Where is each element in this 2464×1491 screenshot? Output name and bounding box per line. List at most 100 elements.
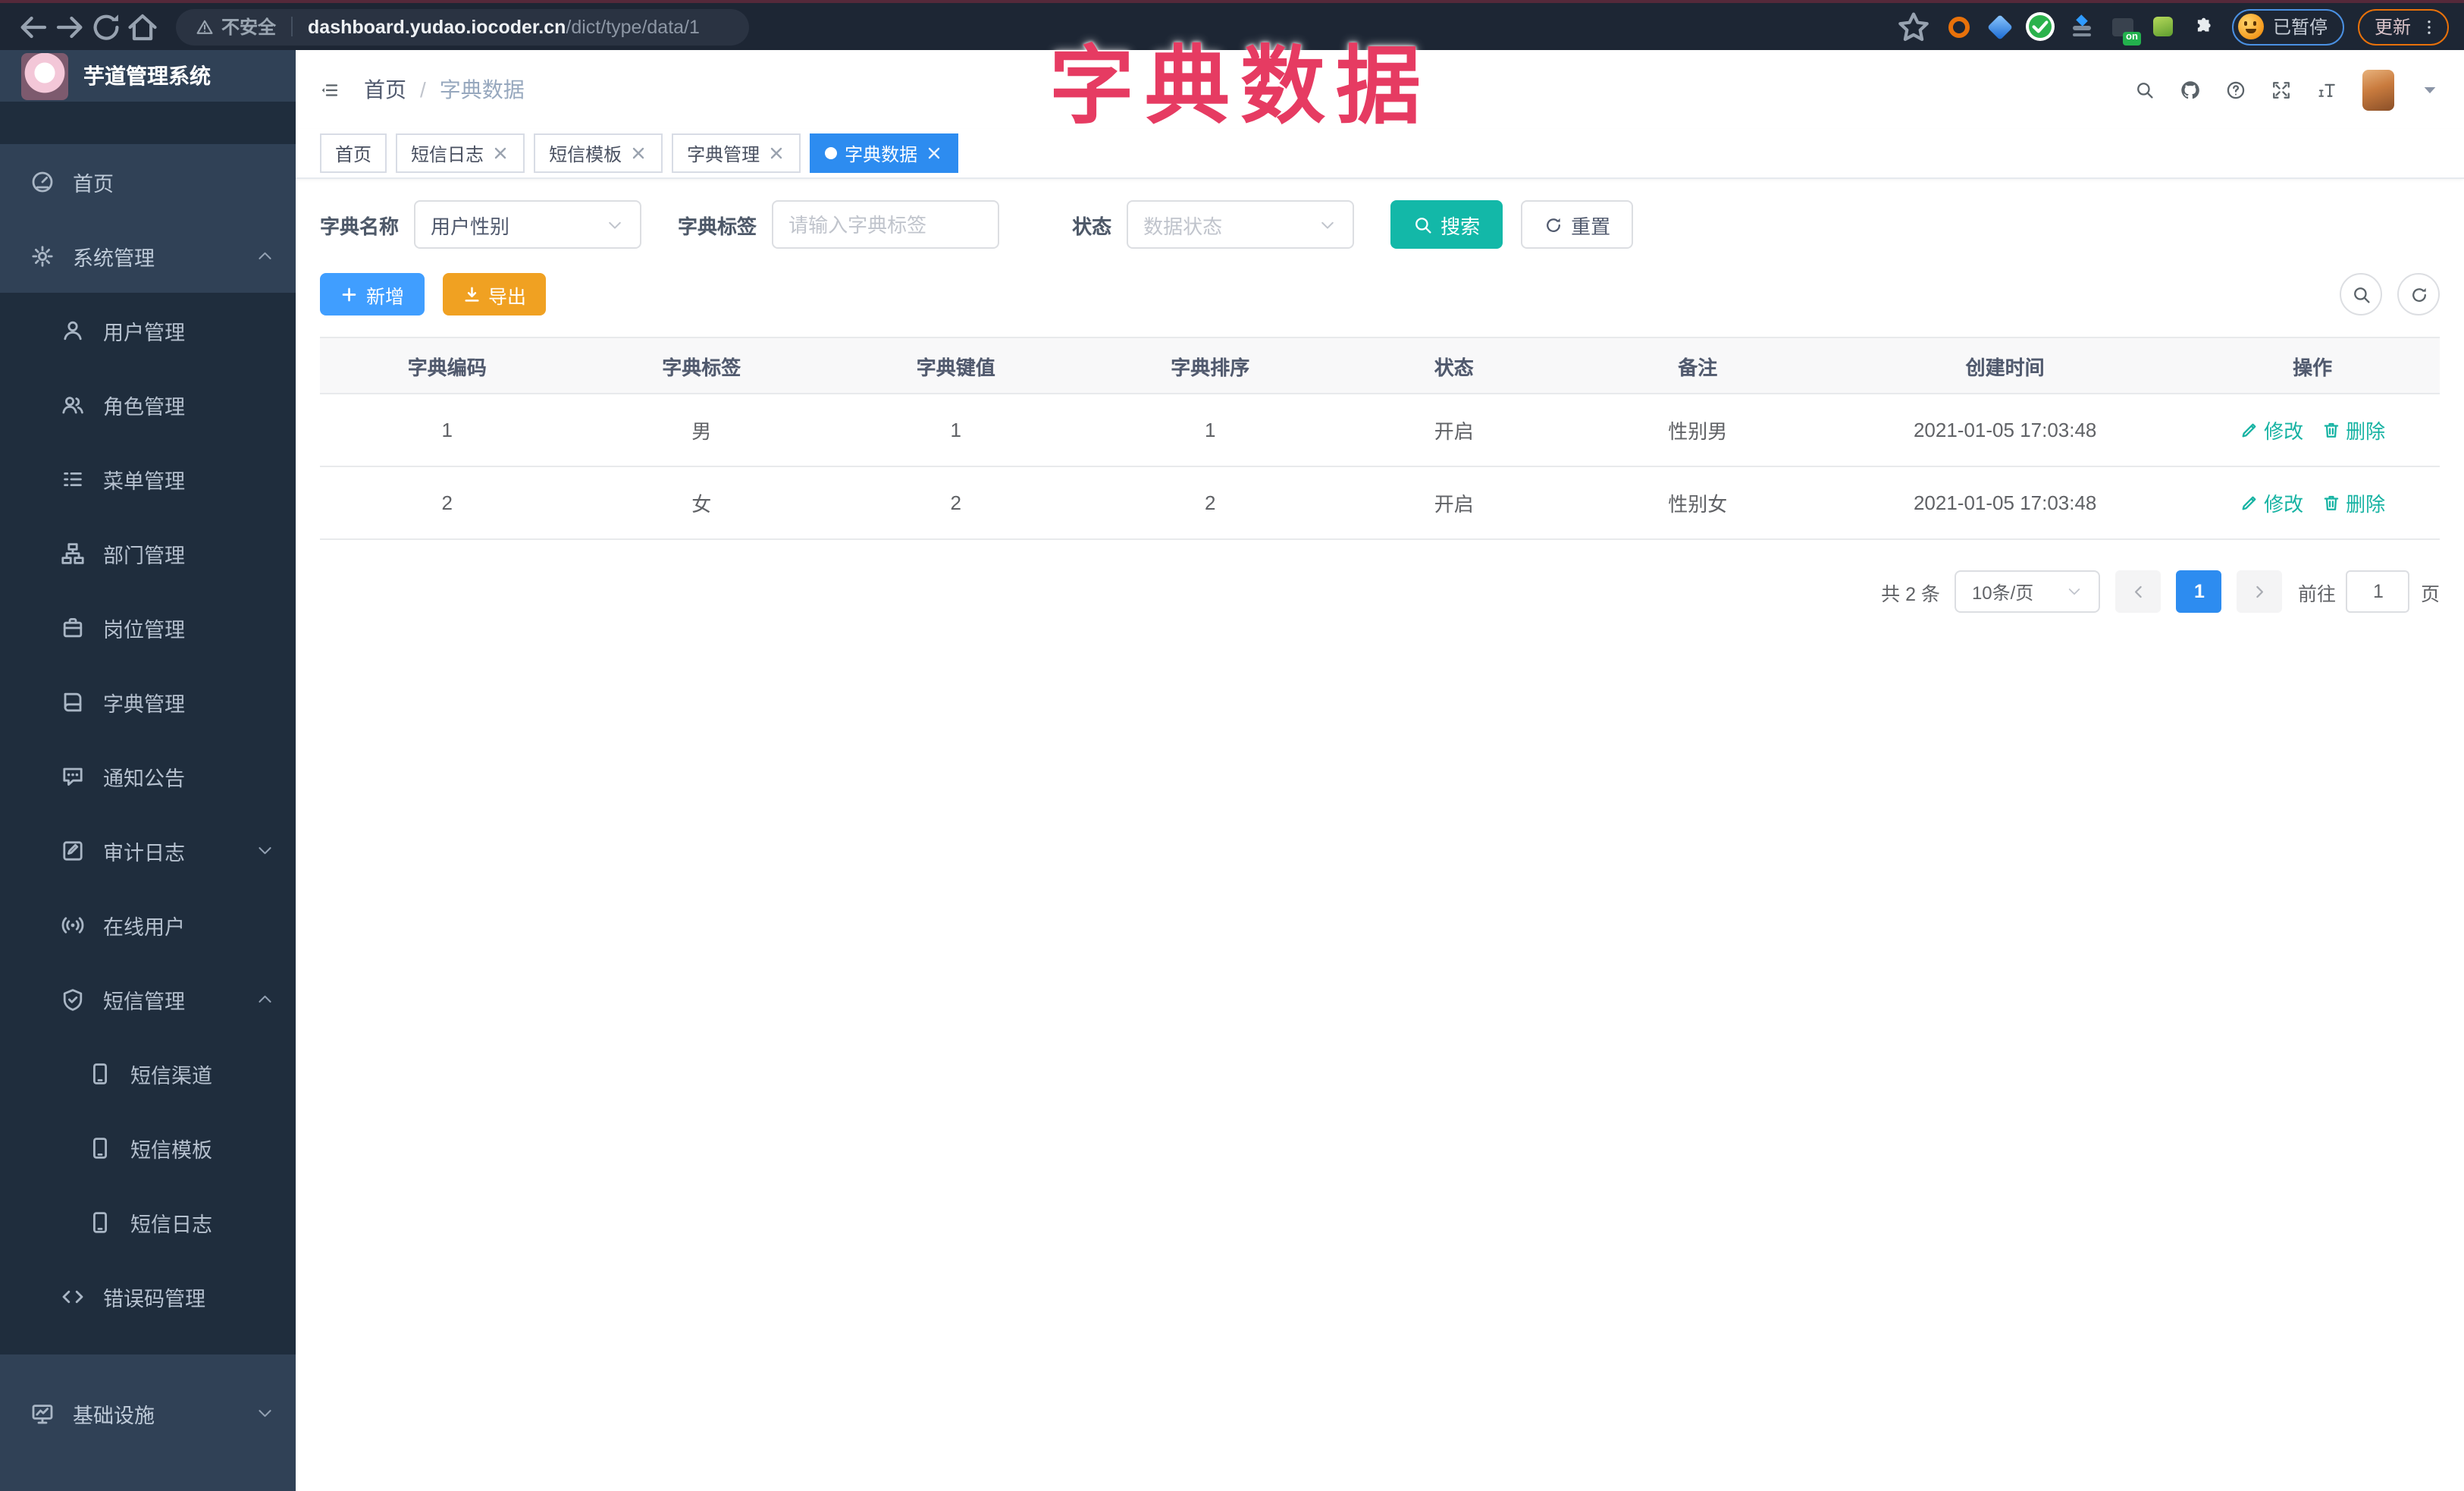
export-button[interactable]: 导出 <box>442 273 547 315</box>
goto-page-input[interactable] <box>2346 570 2410 613</box>
edit-link[interactable]: 修改 <box>2240 416 2303 444</box>
browser-reload-icon[interactable] <box>88 8 124 45</box>
github-icon[interactable] <box>2180 80 2200 99</box>
sidebar-item-system-mgmt[interactable]: 系统管理 <box>0 218 296 293</box>
sidebar-item-sms-mgmt[interactable]: 短信管理 <box>0 962 296 1036</box>
extensions-puzzle-icon[interactable] <box>2191 13 2218 40</box>
dict-label-input[interactable] <box>788 213 983 236</box>
add-button[interactable]: 新增 <box>320 273 425 315</box>
dict-name-select[interactable]: 用户性别 <box>414 200 642 249</box>
chevron-down-icon <box>254 1403 274 1424</box>
app-title: 芋道管理系统 <box>83 64 211 88</box>
tab-字典数据[interactable]: 字典数据 <box>810 133 959 173</box>
sidebar-item-errcode-mgmt[interactable]: 错误码管理 <box>0 1259 296 1333</box>
status-select[interactable]: 数据状态 <box>1127 200 1355 249</box>
sidebar-item-label: 在线用户 <box>103 915 185 938</box>
sidebar-item-sms-template[interactable]: 短信模板 <box>0 1110 296 1185</box>
sidebar-item-post-mgmt[interactable]: 岗位管理 <box>0 590 296 664</box>
dict-label-label: 字典标签 <box>678 215 757 237</box>
page: 字典数据 不安全 dashboard.yudao.iocoder.cn /dic… <box>0 0 2464 1491</box>
tab-短信模板[interactable]: 短信模板 <box>534 133 663 173</box>
sidebar-item-menu-mgmt[interactable]: 菜单管理 <box>0 441 296 516</box>
ext-orange-ring-icon[interactable] <box>1945 13 1973 40</box>
chevron-right-icon <box>2250 582 2269 601</box>
ext-green-check-icon[interactable] <box>2027 13 2055 40</box>
browser-menu-icon[interactable] <box>2420 17 2438 36</box>
address-bar[interactable]: 不安全 dashboard.yudao.iocoder.cn /dict/typ… <box>176 8 749 45</box>
current-page[interactable]: 1 <box>2176 570 2222 613</box>
breadcrumb-home[interactable]: 首页 <box>364 74 406 105</box>
sidebar-item-user-mgmt[interactable]: 用户管理 <box>0 293 296 367</box>
sidebar-item-role-mgmt[interactable]: 角色管理 <box>0 367 296 441</box>
user-avatar[interactable] <box>2362 69 2394 110</box>
cell-sort: 1 <box>1083 394 1337 467</box>
sidebar-item-notice[interactable]: 通知公告 <box>0 739 296 813</box>
browser-profile-avatar <box>2237 14 2264 39</box>
tab-首页[interactable]: 首页 <box>320 133 387 173</box>
page-size-select[interactable]: 10条/页 <box>1955 570 2101 613</box>
phone-icon <box>88 1210 112 1234</box>
close-icon[interactable] <box>629 144 647 162</box>
sidebar: 芋道管理系统 首页 系统管理 用户管理 角色管理 菜单管理 部门管理 岗位管理 字典管理 通知公… <box>0 50 296 1491</box>
browser-back-icon[interactable] <box>15 8 52 45</box>
bookmark-star-icon[interactable] <box>1895 8 1932 45</box>
ext-green-sprite-icon[interactable] <box>2150 13 2177 40</box>
download-icon <box>462 285 481 304</box>
paused-label: 已暂停 <box>2272 17 2328 38</box>
column-header: 字典键值 <box>829 337 1083 394</box>
table-row[interactable]: 1 男 1 1 开启 性别男 2021-01-05 17:03:48 修改 删除 <box>320 394 2440 467</box>
org-tree-icon <box>61 541 85 565</box>
search-button[interactable]: 搜索 <box>1390 200 1503 249</box>
sidebar-collapse-icon[interactable] <box>320 80 340 99</box>
dict-label-input-wrap <box>772 200 1000 249</box>
close-icon[interactable] <box>767 144 785 162</box>
tab-label: 首页 <box>335 143 372 165</box>
gear-icon <box>30 243 55 268</box>
sidebar-item-label: 短信渠道 <box>130 1064 212 1087</box>
table-row[interactable]: 2 女 2 2 开启 性别女 2021-01-05 17:03:48 修改 删除 <box>320 466 2440 540</box>
ext-on-badge-icon[interactable]: on <box>2109 13 2141 45</box>
sidebar-item-dict-mgmt[interactable]: 字典管理 <box>0 664 296 739</box>
sidebar-item-sms-channel[interactable]: 短信渠道 <box>0 1036 296 1110</box>
sidebar-item-infrastructure[interactable]: 基础设施 <box>0 1376 296 1450</box>
url-host: dashboard.yudao.iocoder.cn <box>308 16 566 37</box>
cell-status: 开启 <box>1337 394 1571 467</box>
action-label: 删除 <box>2346 493 2386 516</box>
toggle-search-button[interactable] <box>2340 273 2382 315</box>
caret-down-icon[interactable] <box>2420 80 2440 99</box>
close-icon[interactable] <box>491 144 509 162</box>
close-icon[interactable] <box>925 144 943 162</box>
tab-字典管理[interactable]: 字典管理 <box>672 133 801 173</box>
font-size-icon[interactable] <box>2317 80 2337 99</box>
browser-home-icon[interactable] <box>124 8 161 45</box>
tab-短信日志[interactable]: 短信日志 <box>396 133 525 173</box>
security-chip[interactable]: 不安全 <box>196 14 276 39</box>
profile-paused-chip[interactable]: 已暂停 <box>2231 8 2344 45</box>
sidebar-item-label: 短信日志 <box>130 1213 212 1235</box>
audit-log-icon <box>61 838 85 862</box>
browser-update-button[interactable]: 更新 <box>2357 8 2449 45</box>
sidebar-item-audit-log[interactable]: 审计日志 <box>0 813 296 887</box>
prev-page-button[interactable] <box>2115 570 2161 613</box>
refresh-table-button[interactable] <box>2397 273 2440 315</box>
sidebar-item-online-user[interactable]: 在线用户 <box>0 887 296 962</box>
search-icon[interactable] <box>2135 80 2155 99</box>
browser-forward-icon[interactable] <box>52 8 88 45</box>
help-icon[interactable] <box>2226 80 2246 99</box>
sidebar-item-home[interactable]: 首页 <box>0 144 296 218</box>
reset-button[interactable]: 重置 <box>1521 200 1634 249</box>
sidebar-item-dept-mgmt[interactable]: 部门管理 <box>0 516 296 590</box>
ext-blue-gem-icon[interactable] <box>1986 13 2014 40</box>
delete-link[interactable]: 删除 <box>2321 488 2385 517</box>
next-page-button[interactable] <box>2237 570 2283 613</box>
phone-icon <box>88 1135 112 1160</box>
edit-link[interactable]: 修改 <box>2240 488 2303 517</box>
sidebar-logo[interactable]: 芋道管理系统 <box>0 50 296 102</box>
ext-toggle-icon[interactable] <box>2068 13 2096 40</box>
sidebar-item-sms-log[interactable]: 短信日志 <box>0 1185 296 1259</box>
url-divider <box>291 17 293 36</box>
delete-link[interactable]: 删除 <box>2321 416 2385 444</box>
search-icon <box>2351 284 2371 304</box>
announcement-icon <box>61 764 85 788</box>
fullscreen-icon[interactable] <box>2271 80 2291 99</box>
